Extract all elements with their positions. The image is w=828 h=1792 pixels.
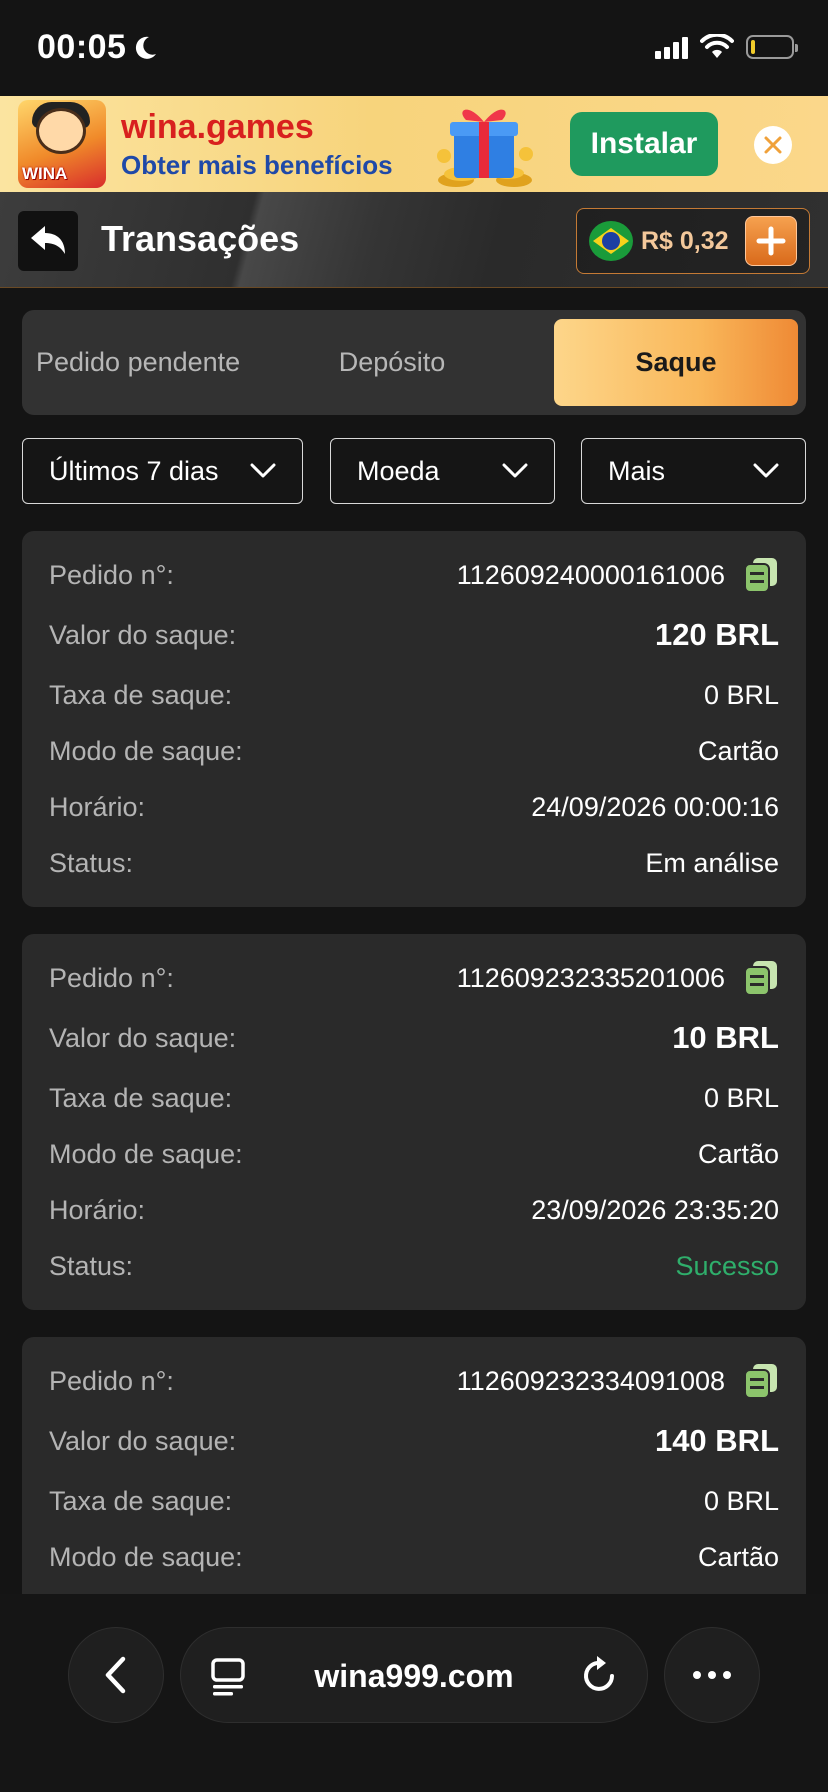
balance-amount: R$ 0,32 <box>641 227 729 255</box>
amount-row: Valor do saque: 120 BRL <box>49 617 779 652</box>
status-time: 00:05 <box>37 28 160 67</box>
battery-icon <box>746 35 798 59</box>
reload-icon[interactable] <box>579 1654 619 1696</box>
tab-pending[interactable]: Pedido pendente <box>36 319 276 406</box>
more-filter[interactable]: Mais <box>581 438 806 504</box>
address-bar[interactable]: wina999.com <box>180 1627 648 1723</box>
gift-icon <box>437 109 533 187</box>
install-banner: WINA wina.games Obter mais benefícios In… <box>0 96 828 192</box>
more-icon <box>693 1671 731 1679</box>
amount-row: Valor do saque: 10 BRL <box>49 1020 779 1055</box>
order-number: 112609240000161006 <box>456 559 725 590</box>
order-number: 112609232334091008 <box>456 1365 725 1396</box>
fee-row: Taxa de saque: 0 BRL <box>49 679 779 710</box>
amount-row: Valor do saque: 140 BRL <box>49 1423 779 1458</box>
status-text: Em análise <box>645 847 779 878</box>
order-row: Pedido n°: 112609232334091008 <box>49 1361 779 1401</box>
status-bar: 00:05 <box>0 0 828 96</box>
chevron-down-icon <box>502 463 528 478</box>
period-filter[interactable]: Últimos 7 dias <box>22 438 303 504</box>
banner-close-button[interactable] <box>754 126 792 164</box>
transaction-time: 24/09/2026 00:00:16 <box>531 791 779 822</box>
time-row: Horário: 24/09/2026 00:00:16 <box>49 791 779 822</box>
currency-filter-label: Moeda <box>357 455 440 486</box>
mode-row: Modo de saque: Cartão <box>49 1138 779 1169</box>
copy-icon[interactable] <box>743 1362 779 1400</box>
url-text: wina999.com <box>314 1658 514 1694</box>
close-icon <box>764 136 782 154</box>
transaction-card: Pedido n°: 112609240000161006 Valor do s… <box>22 531 806 907</box>
mode-row: Modo de saque: Cartão <box>49 1541 779 1572</box>
copy-icon[interactable] <box>743 959 779 997</box>
status-row: Status: Sucesso <box>49 1250 779 1281</box>
banner-subtitle: Obter mais benefícios <box>121 150 393 180</box>
withdraw-fee: 0 BRL <box>703 1082 779 1113</box>
moon-icon <box>136 36 157 59</box>
tab-withdraw[interactable]: Saque <box>554 319 798 406</box>
install-button[interactable]: Instalar <box>570 112 718 176</box>
page-header: Transações R$ 0,32 <box>0 192 828 288</box>
app-icon: WINA <box>18 100 106 188</box>
order-row: Pedido n°: 112609232335201006 <box>49 958 779 998</box>
transaction-time: 23/09/2026 23:35:20 <box>531 1194 779 1225</box>
withdraw-amount: 120 BRL <box>654 617 779 652</box>
browser-back-button[interactable] <box>68 1627 164 1723</box>
status-row: Status: Em análise <box>49 847 779 878</box>
back-button[interactable] <box>18 211 78 271</box>
copy-icon[interactable] <box>743 556 779 594</box>
withdraw-mode: Cartão <box>697 735 779 766</box>
withdraw-fee: 0 BRL <box>703 679 779 710</box>
transaction-card: Pedido n°: 112609232335201006 Valor do s… <box>22 934 806 1310</box>
withdraw-mode: Cartão <box>697 1138 779 1169</box>
period-filter-label: Últimos 7 dias <box>49 455 219 486</box>
chevron-left-icon <box>105 1656 126 1694</box>
add-funds-button[interactable] <box>745 216 797 266</box>
chevron-down-icon <box>753 463 779 478</box>
currency-filter[interactable]: Moeda <box>330 438 555 504</box>
withdraw-amount: 140 BRL <box>654 1423 779 1458</box>
tab-deposit[interactable]: Depósito <box>312 319 472 406</box>
balance-box: R$ 0,32 <box>576 208 810 274</box>
fee-row: Taxa de saque: 0 BRL <box>49 1082 779 1113</box>
withdraw-mode: Cartão <box>697 1541 779 1572</box>
back-arrow-icon <box>31 226 65 254</box>
browser-menu-button[interactable] <box>664 1627 760 1723</box>
more-filter-label: Mais <box>608 455 666 486</box>
wifi-icon <box>700 34 734 58</box>
banner-title: wina.games <box>121 108 314 146</box>
chevron-down-icon <box>250 463 276 478</box>
page-title: Transações <box>101 218 300 259</box>
withdraw-fee: 0 BRL <box>703 1485 779 1516</box>
mode-row: Modo de saque: Cartão <box>49 735 779 766</box>
order-number: 112609232335201006 <box>456 962 725 993</box>
status-text: Sucesso <box>675 1250 779 1281</box>
signal-icon <box>655 35 688 59</box>
plus-icon <box>756 226 786 256</box>
transaction-card: Pedido n°: 112609232334091008 Valor do s… <box>22 1337 806 1637</box>
withdraw-amount: 10 BRL <box>672 1020 779 1055</box>
transaction-tabs: Pedido pendente Depósito Saque <box>22 310 806 415</box>
fee-row: Taxa de saque: 0 BRL <box>49 1485 779 1516</box>
time-row: Horário: 23/09/2026 23:35:20 <box>49 1194 779 1225</box>
order-row: Pedido n°: 112609240000161006 <box>49 555 779 595</box>
status-icons <box>655 34 798 60</box>
brazil-flag-icon <box>589 221 633 261</box>
